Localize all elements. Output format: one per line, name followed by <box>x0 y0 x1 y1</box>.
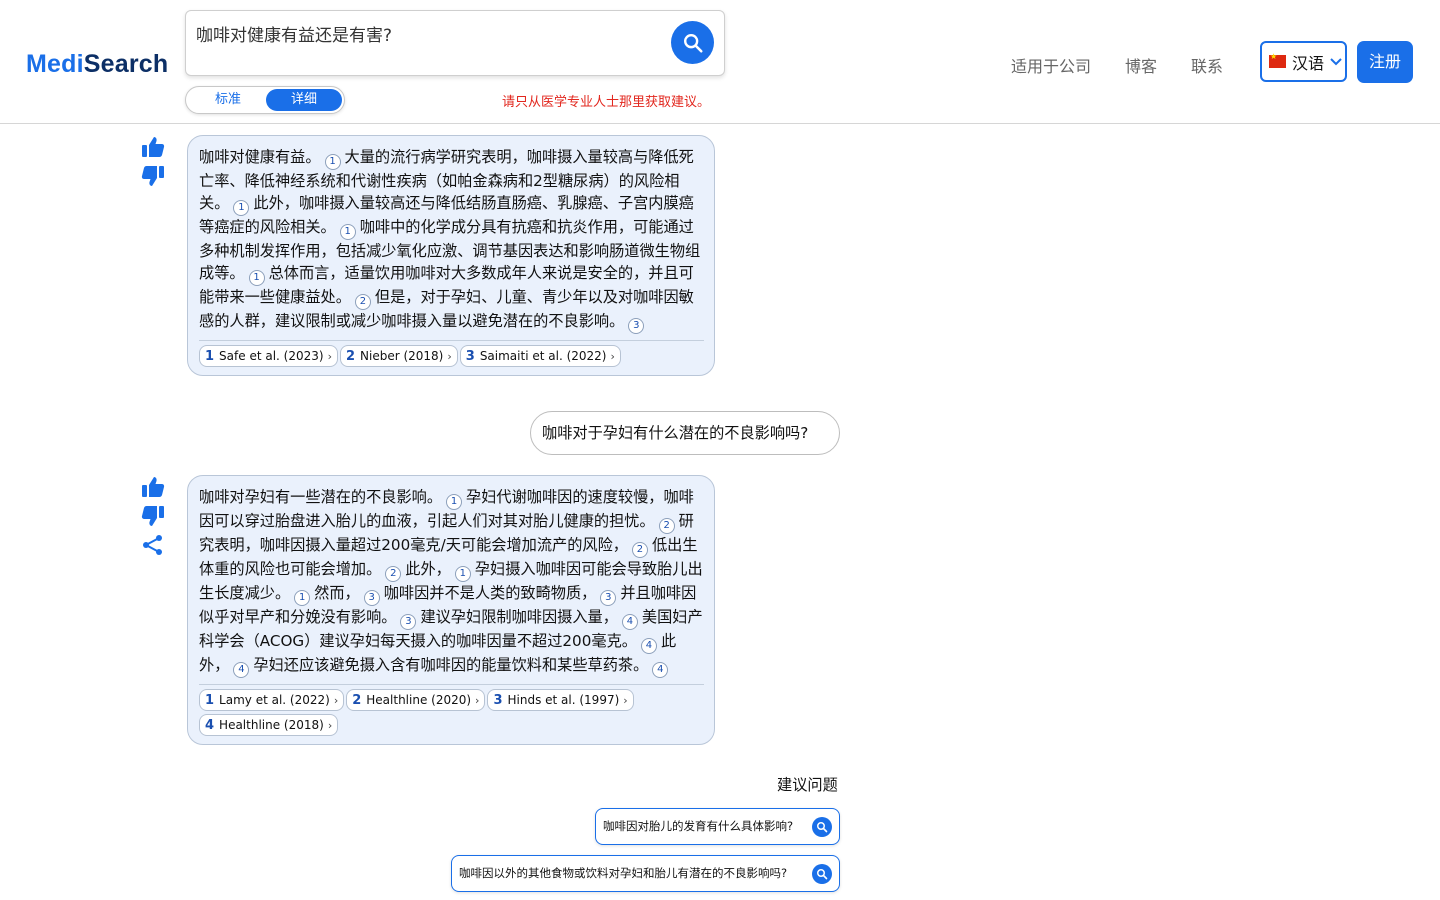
reference-number: 3 <box>493 692 503 708</box>
logo-medi: Medi <box>26 50 84 78</box>
citation-marker[interactable]: 1 <box>446 494 462 510</box>
chevron-right-icon: › <box>327 718 333 732</box>
reference-label: Healthline (2020) <box>366 693 472 707</box>
reference-chip[interactable]: 1 Safe et al. (2023) › <box>199 345 338 367</box>
answer-bubble-1: 咖啡对健康有益。 1 大量的流行病学研究表明，咖啡摄入量较高与降低死亡率、降低神经系… <box>187 135 715 376</box>
citation-marker[interactable]: 1 <box>233 200 250 216</box>
answer-segment: 咖啡对孕妇有一些潜在的不良影响。 <box>199 488 442 506</box>
chevron-right-icon: › <box>610 349 615 363</box>
answer-text: 咖啡对孕妇有一些潜在的不良影响。 1 孕妇代谢咖啡因的速度较慢，咖啡因可以穿过胎盘进… <box>199 486 704 678</box>
reference-label: Safe et al. (2023) <box>219 349 324 363</box>
answer-segment: 然而， <box>314 584 360 602</box>
answer-segment: 咖啡对健康有益。 <box>199 148 321 166</box>
citation-marker[interactable]: 1 <box>454 566 471 582</box>
answer-segment: 孕妇还应该避免摄入含有咖啡因的能量饮料和某些草药茶。 <box>253 656 649 674</box>
citation-marker[interactable]: 1 <box>324 154 341 170</box>
citation-marker[interactable]: 3 <box>400 614 417 630</box>
reference-label: Nieber (2018) <box>360 349 444 363</box>
answer-segment: 咖啡因并不是人类的致畸物质， <box>383 584 597 602</box>
nav-for-companies[interactable]: 适用于公司 <box>1011 53 1091 77</box>
answer-bubble-2: 咖啡对孕妇有一些潜在的不良影响。 1 孕妇代谢咖啡因的速度较慢，咖啡因可以穿过胎盘进… <box>187 475 715 745</box>
search-box <box>185 10 725 76</box>
search-icon <box>812 864 832 884</box>
search-icon <box>683 33 703 53</box>
citation-marker[interactable]: 3 <box>363 590 380 606</box>
mode-toggle: 标准 详细 <box>185 86 345 114</box>
reference-chip[interactable]: 2 Healthline (2020) › <box>346 689 486 711</box>
chevron-right-icon: › <box>475 693 480 707</box>
suggested-question[interactable]: 咖啡因以外的其他食物或饮料对孕妇和胎儿有潜在的不良影响吗? <box>451 855 840 892</box>
citation-marker[interactable]: 4 <box>652 662 669 678</box>
suggested-question-text: 咖啡因对胎儿的发育有什么具体影响? <box>603 819 794 833</box>
share-icon[interactable] <box>140 534 166 556</box>
chevron-down-icon <box>1330 57 1342 65</box>
reference-list: 1 Safe et al. (2023) › 2 Nieber (2018) › 3 Sa… <box>199 340 704 367</box>
thumbs-down-icon[interactable] <box>140 505 166 527</box>
search-button[interactable] <box>671 21 714 64</box>
suggested-question-text: 咖啡因以外的其他食物或饮料对孕妇和胎儿有潜在的不良影响吗? <box>459 866 788 880</box>
reference-chip[interactable]: 4 Healthline (2018) › <box>199 714 339 736</box>
signup-button[interactable]: 注册 <box>1357 41 1413 83</box>
citation-marker[interactable]: 4 <box>233 662 250 678</box>
china-flag-icon <box>1269 52 1286 68</box>
reference-number: 3 <box>465 348 475 364</box>
mode-detailed-option[interactable]: 详细 <box>266 89 342 111</box>
reference-list: 1 Lamy et al. (2022) › 2 Healthline (2020) ›… <box>199 684 704 736</box>
nav-blog[interactable]: 博客 <box>1125 53 1157 77</box>
citation-marker[interactable]: 1 <box>248 270 265 286</box>
reference-number: 2 <box>345 348 356 364</box>
suggested-questions-title: 建议问题 <box>777 776 838 794</box>
citation-marker[interactable]: 1 <box>294 590 311 606</box>
reference-label: Lamy et al. (2022) <box>219 693 330 707</box>
answer-segment: 此外， <box>405 560 451 578</box>
reference-chip[interactable]: 3 Hinds et al. (1997) › <box>487 689 634 711</box>
citation-marker[interactable]: 3 <box>628 318 645 334</box>
mode-standard-option[interactable]: 标准 <box>190 89 266 111</box>
citation-marker[interactable]: 2 <box>658 518 675 534</box>
suggested-question[interactable]: 咖啡因对胎儿的发育有什么具体影响? <box>595 808 840 845</box>
chevron-right-icon: › <box>623 693 628 707</box>
answer-text: 咖啡对健康有益。 1 大量的流行病学研究表明，咖啡摄入量较高与降低死亡率、降低神经系… <box>199 146 704 334</box>
thumbs-up-icon[interactable] <box>140 476 166 498</box>
reference-number: 1 <box>205 348 215 364</box>
answer-segment: 建议孕妇限制咖啡因摄入量， <box>420 608 618 626</box>
reference-chip[interactable]: 2 Nieber (2018) › <box>339 345 458 367</box>
citation-marker[interactable]: 3 <box>600 590 617 606</box>
chevron-right-icon: › <box>327 349 332 363</box>
citation-marker[interactable]: 2 <box>354 294 371 310</box>
citation-marker[interactable]: 2 <box>631 542 648 558</box>
user-question-bubble: 咖啡对于孕妇有什么潜在的不良影响吗? <box>530 411 840 455</box>
reference-number: 4 <box>205 717 215 733</box>
reference-number: 1 <box>205 692 215 708</box>
reference-number: 2 <box>352 692 362 708</box>
language-label: 汉语 <box>1292 53 1325 73</box>
thumbs-up-icon[interactable] <box>140 136 166 158</box>
citation-marker[interactable]: 4 <box>621 614 638 630</box>
logo[interactable]: MediSearch <box>26 50 168 79</box>
language-selector[interactable]: 汉语 <box>1260 41 1347 82</box>
reference-label: Hinds et al. (1997) <box>507 693 620 707</box>
citation-marker[interactable]: 1 <box>339 224 356 240</box>
chevron-right-icon: › <box>447 349 452 363</box>
medical-disclaimer: 请只从医学专业人士那里获取建议。 <box>502 95 711 110</box>
search-input[interactable] <box>196 23 656 43</box>
reference-chip[interactable]: 3 Saimaiti et al. (2022) › <box>459 345 621 367</box>
reference-label: Healthline (2018) <box>219 718 324 732</box>
search-icon <box>812 817 832 837</box>
thumbs-down-icon[interactable] <box>140 165 166 187</box>
citation-marker[interactable]: 2 <box>385 566 402 582</box>
reference-label: Saimaiti et al. (2022) <box>479 349 607 363</box>
reference-chip[interactable]: 1 Lamy et al. (2022) › <box>199 689 345 711</box>
chevron-right-icon: › <box>333 693 339 707</box>
header: MediSearch 标准 详细 请只从医学专业人士那里获取建议。 适用于公司 … <box>0 0 1440 124</box>
nav-contact[interactable]: 联系 <box>1191 53 1223 77</box>
citation-marker[interactable]: 4 <box>640 638 657 654</box>
logo-search: Search <box>83 50 169 78</box>
